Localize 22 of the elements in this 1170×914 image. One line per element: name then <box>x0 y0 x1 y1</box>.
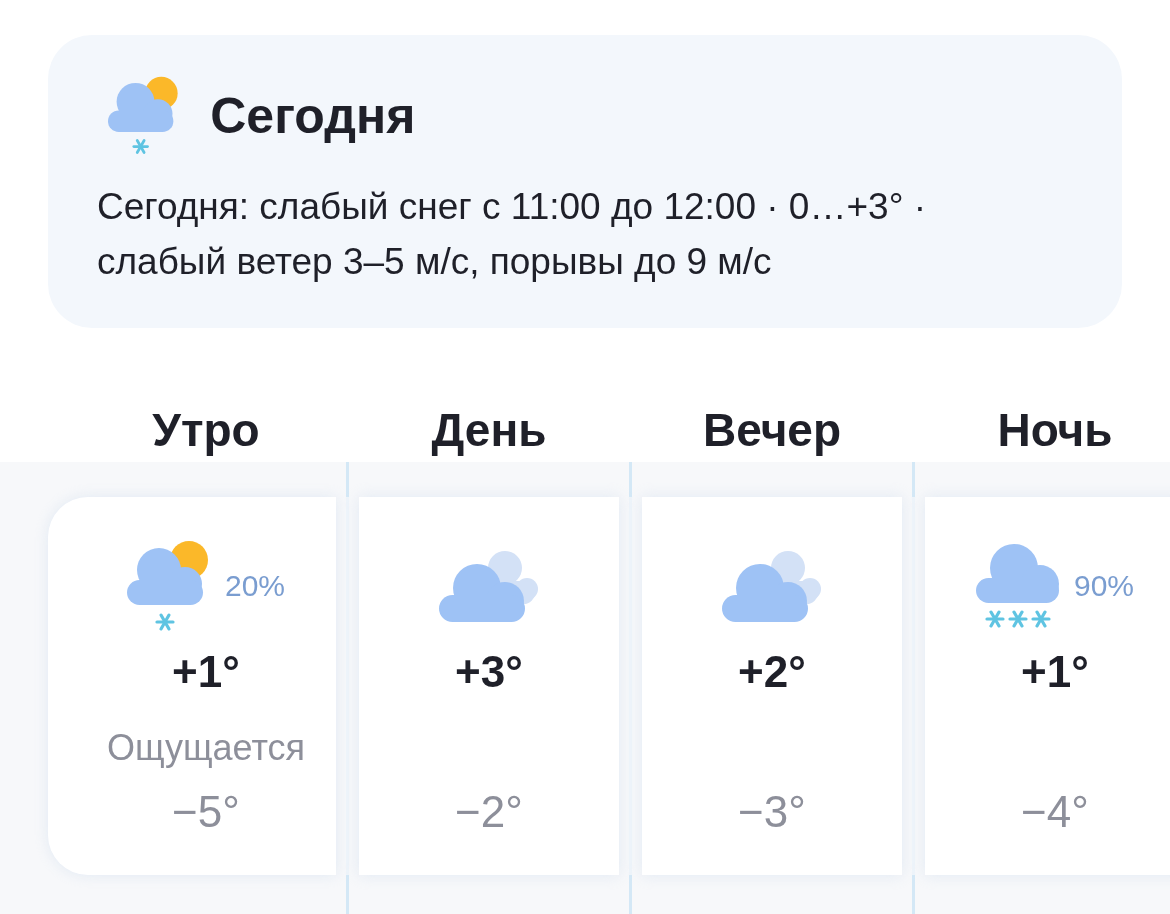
feels-like-temperature: −5° <box>172 787 240 837</box>
clouds-icon <box>722 550 822 622</box>
temperature: +2° <box>738 647 806 697</box>
cloud-sun-snow-icon <box>108 76 181 156</box>
feels-like-temperature: −2° <box>455 787 523 837</box>
temperature: +1° <box>172 647 240 697</box>
precipitation-chance: 20% <box>224 569 285 603</box>
period-name: Вечер <box>702 403 841 458</box>
summary-title: Сегодня <box>210 86 416 145</box>
clouds-icon <box>439 550 539 622</box>
summary-description: Сегодня: слабый снег с 11:00 до 12:00 · 0…+3° · слабый ветер 3–5 м/с, порывы до 9 м/с <box>97 185 928 285</box>
temperature: +3° <box>455 647 523 697</box>
feels-like-temperature: −4° <box>1021 787 1089 837</box>
period-name: Ночь <box>997 403 1113 458</box>
feels-like-label: Ощущается <box>106 726 306 770</box>
precipitation-chance: 90% <box>1073 569 1134 603</box>
cloud-sun-snow-icon <box>126 540 211 632</box>
period-name: Утро <box>152 403 260 458</box>
feels-like-temperature: −3° <box>738 787 806 837</box>
cloud-snow-icon <box>975 544 1060 628</box>
period-name: День <box>431 403 547 458</box>
temperature: +1° <box>1021 647 1089 697</box>
